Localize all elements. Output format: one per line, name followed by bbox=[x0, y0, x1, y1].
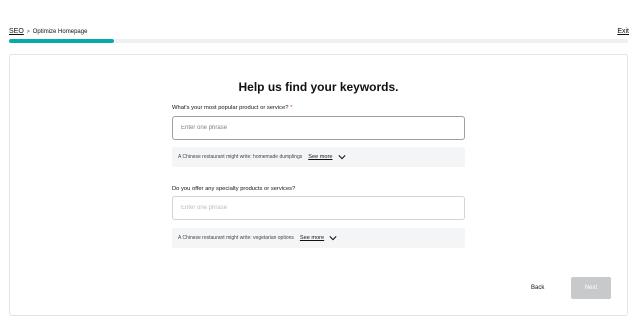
back-button[interactable]: Back bbox=[531, 285, 544, 291]
chevron-down-icon[interactable] bbox=[337, 154, 346, 160]
specialty-products-label: Do you offer any specialty products or s… bbox=[172, 186, 296, 192]
popular-product-input[interactable] bbox=[172, 116, 465, 140]
progress-bar bbox=[9, 39, 628, 43]
popular-product-label: What's your most popular product or serv… bbox=[172, 105, 292, 111]
required-mark: * bbox=[290, 105, 293, 111]
next-button[interactable]: Next bbox=[571, 277, 611, 299]
breadcrumb-current: Optimize Homepage bbox=[32, 28, 88, 35]
chevron-down-icon[interactable] bbox=[329, 235, 337, 241]
see-more-link[interactable]: See more bbox=[308, 154, 332, 160]
specialty-products-hint-text: A Chinese restaurant might write: vegeta… bbox=[178, 235, 294, 241]
specialty-products-hint: A Chinese restaurant might write: vegeta… bbox=[172, 228, 465, 248]
breadcrumb-seo-link[interactable]: SEO bbox=[9, 28, 24, 35]
page-title: Help us find your keywords. bbox=[238, 80, 399, 94]
popular-product-hint-text: A Chinese restaurant might write: homema… bbox=[178, 154, 303, 160]
popular-product-hint: A Chinese restaurant might write: homema… bbox=[172, 147, 465, 167]
keywords-form-card: Help us find your keywords. What's your … bbox=[9, 54, 628, 316]
breadcrumb: SEO > Optimize Homepage bbox=[9, 28, 87, 35]
progress-bar-fill bbox=[9, 39, 115, 43]
exit-link[interactable]: Exit bbox=[617, 28, 629, 35]
specialty-products-input[interactable] bbox=[172, 196, 465, 220]
breadcrumb-separator: > bbox=[26, 28, 30, 35]
see-more-link[interactable]: See more bbox=[300, 235, 324, 241]
top-bar: SEO > Optimize Homepage Exit bbox=[0, 0, 640, 44]
popular-product-label-text: What's your most popular product or serv… bbox=[172, 105, 289, 111]
